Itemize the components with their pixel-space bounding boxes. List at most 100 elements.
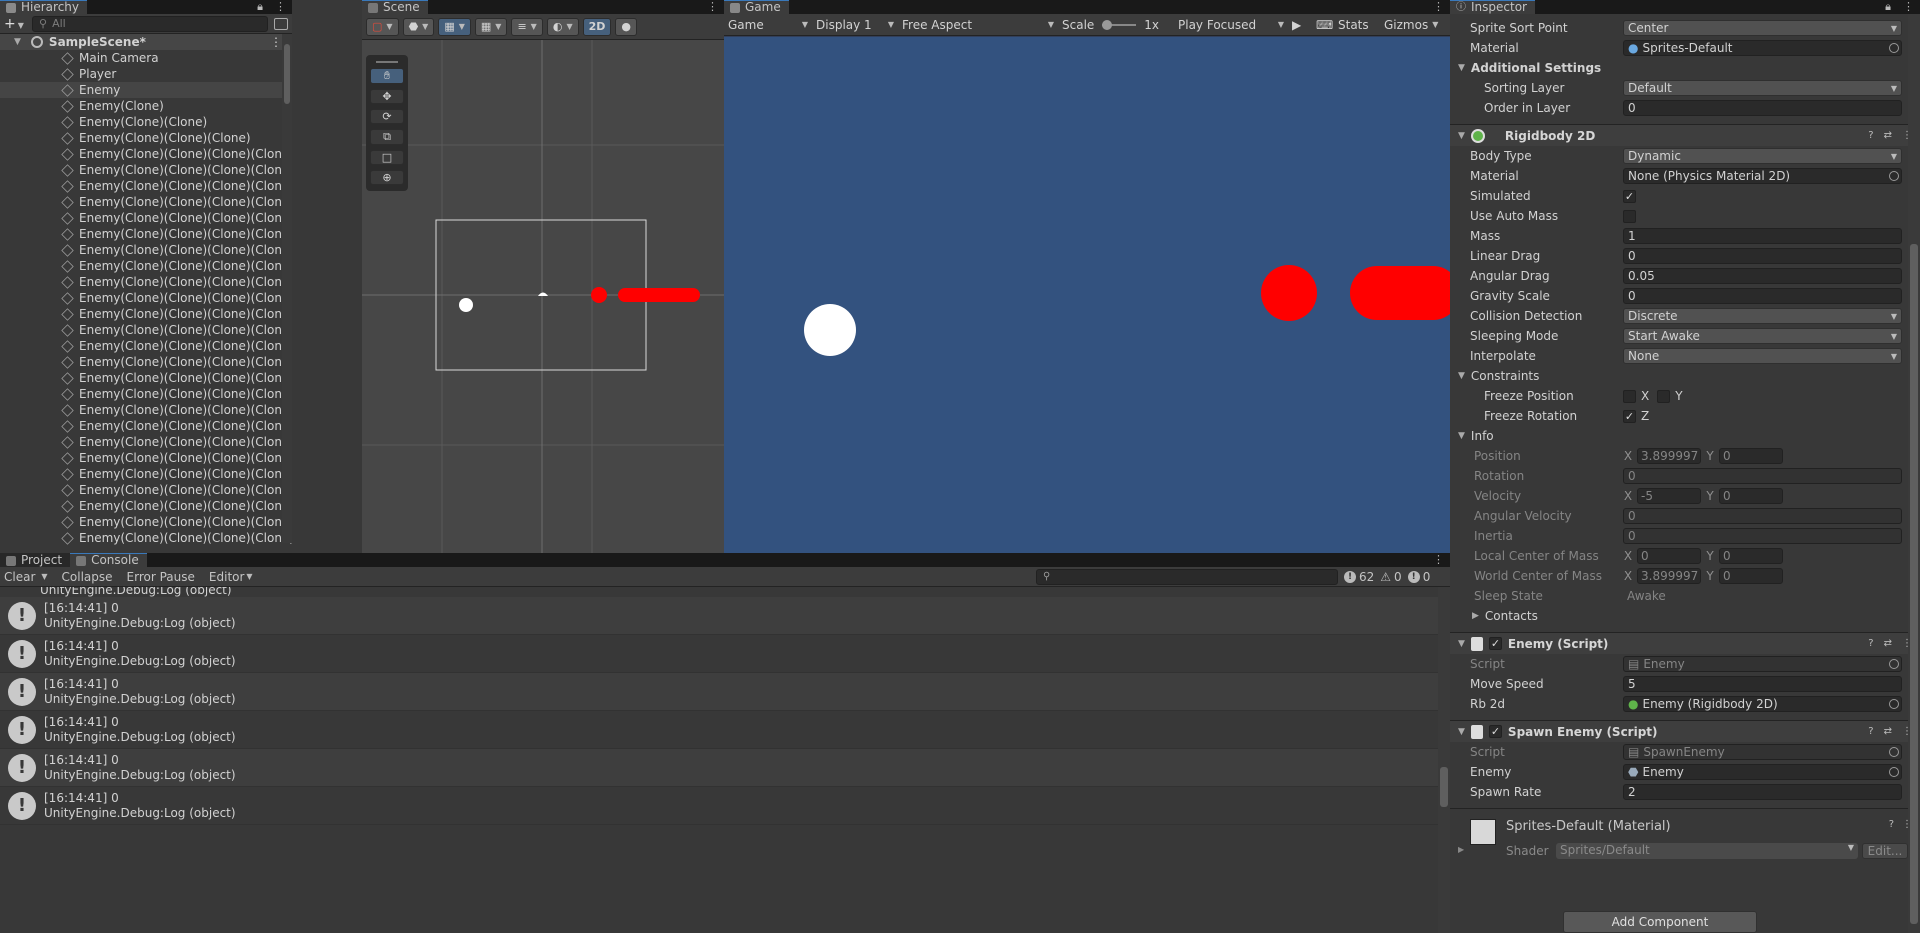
scene-visibility-icon[interactable]: [274, 17, 288, 30]
scene-root-row[interactable]: ▼ SampleScene* ⋮: [0, 34, 292, 50]
play-mode-dropdown[interactable]: Play Focused ▼: [1174, 16, 1288, 34]
lock-icon[interactable]: 🔒︎: [1885, 0, 1891, 13]
hierarchy-item[interactable]: Enemy(Clone)(Clone)(Clone)(Clone)(Clone)…: [0, 290, 292, 306]
foldout-arrow-icon[interactable]: ▼: [1458, 131, 1465, 141]
help-icon[interactable]: ?: [1868, 130, 1873, 141]
log-entry[interactable]: ! [16:14:41] 0 UnityEngine.Debug:Log (obje…: [0, 673, 1450, 711]
hand-tool-icon[interactable]: ✋︎: [370, 67, 404, 84]
spawn-script-header[interactable]: ▼ Spawn Enemy (Script) ?⇄⋮: [1450, 720, 1920, 742]
object-picker-icon[interactable]: [1889, 699, 1899, 709]
more-icon[interactable]: ⋮: [1903, 0, 1914, 13]
game-view-dropdown[interactable]: Game ▼: [724, 16, 812, 34]
log-entry[interactable]: ! [16:14:41] 0 UnityEngine.Debug:Log (obje…: [0, 597, 1450, 635]
tab-console[interactable]: Console: [70, 553, 147, 567]
tab-hierarchy[interactable]: Hierarchy: [0, 0, 88, 14]
use-auto-mass-checkbox[interactable]: [1623, 209, 1636, 223]
order-in-layer-input[interactable]: 0: [1623, 100, 1902, 116]
object-picker-icon[interactable]: [1889, 171, 1899, 181]
log-entry[interactable]: ! [16:14:41] 0 UnityEngine.Debug:Log (obje…: [0, 749, 1450, 787]
console-search-input[interactable]: ⚲: [1036, 568, 1338, 585]
collapse-button[interactable]: Collapse: [62, 570, 113, 584]
lighting-toggle-button[interactable]: ●: [615, 17, 637, 36]
hierarchy-item[interactable]: Enemy(Clone)(Clone)(Clone)(Clone)(Clone)…: [0, 242, 292, 258]
snap-increment-button[interactable]: ▦ ▼: [474, 17, 508, 36]
enemy-script-header[interactable]: ▼ Enemy (Script) ?⇄⋮: [1450, 632, 1920, 654]
scene-viewport[interactable]: [362, 40, 724, 553]
presets-icon[interactable]: ⇄: [1884, 638, 1892, 649]
editor-dropdown[interactable]: Editor ▼: [209, 570, 253, 584]
transform-tool-icon[interactable]: ⊕: [370, 169, 404, 185]
info-foldout[interactable]: ▼ Info: [1450, 426, 1920, 446]
hierarchy-item[interactable]: Enemy(Clone)(Clone)(Clone)(Clone)(Clone)…: [0, 434, 292, 450]
hierarchy-item[interactable]: Enemy(Clone)(Clone)(Clone)(Clone)(Clone)…: [0, 322, 292, 338]
hierarchy-item[interactable]: Main Camera: [0, 50, 292, 66]
freeze-position-x-checkbox[interactable]: [1623, 389, 1636, 403]
simulated-checkbox[interactable]: [1623, 189, 1636, 203]
collision-detection-dropdown[interactable]: Discrete ▼: [1623, 308, 1902, 324]
hierarchy-item[interactable]: Enemy(Clone)(Clone)(Clone)(Clone)(Clone)…: [0, 258, 292, 274]
more-icon[interactable]: ⋮: [275, 0, 286, 13]
rotate-tool-icon[interactable]: ⟳: [370, 108, 404, 124]
hierarchy-item[interactable]: Enemy(Clone)(Clone)(Clone)(Clone)(Clone)…: [0, 530, 292, 546]
shader-dropdown[interactable]: Sprites/Default ▼: [1556, 843, 1858, 859]
toggle-2d-button[interactable]: 2D: [582, 17, 612, 36]
add-component-button[interactable]: Add Component: [1563, 911, 1757, 933]
hierarchy-item[interactable]: Enemy(Clone)(Clone)(Clone)(Clone)(Clone)…: [0, 338, 292, 354]
hierarchy-item[interactable]: Enemy(Clone)(Clone)(Clone): [0, 130, 292, 146]
tab-game[interactable]: Game: [724, 0, 789, 14]
presets-icon[interactable]: ⇄: [1884, 726, 1892, 737]
hierarchy-item[interactable]: Enemy(Clone)(Clone)(Clone)(Clone)(Clone)…: [0, 178, 292, 194]
angular-drag-input[interactable]: 0.05: [1623, 268, 1902, 284]
hierarchy-item[interactable]: Enemy(Clone)(Clone)(Clone)(Clone)(Clone)…: [0, 306, 292, 322]
hierarchy-item[interactable]: Enemy(Clone)(Clone)(Clone)(Clone)(Clone)…: [0, 194, 292, 210]
hierarchy-item[interactable]: Enemy(Clone)(Clone)(Clone)(Clone)(Clone)…: [0, 498, 292, 514]
enemy-script-enabled-checkbox[interactable]: [1488, 637, 1502, 650]
contacts-foldout[interactable]: ▶ Contacts: [1450, 606, 1920, 626]
scale-tool-icon[interactable]: ⧉: [370, 128, 404, 145]
edit-shader-button[interactable]: Edit...: [1862, 843, 1908, 859]
hierarchy-item[interactable]: Enemy(Clone): [0, 98, 292, 114]
hierarchy-item[interactable]: Enemy(Clone)(Clone)(Clone)(Clone)(Clone)…: [0, 274, 292, 290]
gizmos-dropdown[interactable]: Gizmos ▼: [1380, 16, 1440, 34]
stats-button[interactable]: Stats: [1334, 16, 1380, 34]
warning-count-toggle[interactable]: ⚠ 0: [1380, 570, 1401, 584]
hierarchy-item[interactable]: Enemy(Clone)(Clone)(Clone)(Clone)(Clone)…: [0, 418, 292, 434]
add-object-button[interactable]: + ▼: [4, 16, 26, 32]
spawn-rate-input[interactable]: 2: [1623, 784, 1902, 800]
interpolate-dropdown[interactable]: None ▼: [1623, 348, 1902, 364]
hierarchy-item[interactable]: Enemy(Clone)(Clone)(Clone)(Clone)(Clone)…: [0, 514, 292, 530]
hierarchy-item[interactable]: Enemy(Clone)(Clone)(Clone)(Clone)(Clone)…: [0, 354, 292, 370]
draw-mode-button[interactable]: ▢ ▼: [366, 17, 399, 36]
additional-settings-foldout[interactable]: ▼ Additional Settings: [1450, 58, 1920, 78]
overlay-drag-handle[interactable]: [376, 61, 398, 63]
hierarchy-item[interactable]: Enemy(Clone)(Clone)(Clone)(Clone)(Clone)…: [0, 386, 292, 402]
material-field[interactable]: ● Sprites-Default: [1623, 40, 1902, 56]
lock-icon[interactable]: 🔒︎: [257, 0, 263, 13]
hierarchy-scroll-thumb[interactable]: [284, 44, 290, 104]
freeze-position-y-checkbox[interactable]: [1657, 389, 1671, 403]
log-count-toggle[interactable]: ! 62: [1344, 570, 1374, 584]
foldout-arrow-icon[interactable]: ▼: [1458, 727, 1465, 737]
console-scrollbar[interactable]: [1438, 587, 1450, 933]
game-viewport[interactable]: [724, 37, 1450, 553]
hierarchy-item[interactable]: Enemy(Clone)(Clone)(Clone)(Clone)(Clone)…: [0, 210, 292, 226]
mute-audio-icon[interactable]: ▶: [1288, 16, 1312, 34]
more-icon[interactable]: ⋮: [707, 0, 718, 13]
scene-enemy-clones[interactable]: [618, 288, 700, 302]
hierarchy-item[interactable]: Enemy(Clone)(Clone)(Clone)(Clone)(Clone)…: [0, 466, 292, 482]
help-icon[interactable]: ?: [1868, 638, 1873, 649]
render-settings-button[interactable]: ◐ ▼: [546, 17, 579, 36]
more-icon[interactable]: ⋮: [1433, 553, 1444, 566]
tab-scene[interactable]: Scene: [362, 0, 428, 14]
hierarchy-item[interactable]: Enemy(Clone)(Clone)(Clone)(Clone)(Clone)…: [0, 402, 292, 418]
move-tool-icon[interactable]: ✥: [370, 88, 404, 104]
rb-material-field[interactable]: None (Physics Material 2D): [1623, 168, 1902, 184]
hierarchy-item[interactable]: Enemy(Clone)(Clone)(Clone)(Clone)(Clone)…: [0, 226, 292, 242]
scene-menu-icon[interactable]: ⋮: [270, 35, 282, 49]
grid-snap-button[interactable]: ▦ ▼: [438, 17, 471, 36]
more-icon[interactable]: ⋮: [1433, 0, 1444, 13]
display-dropdown[interactable]: Display 1 ▼: [812, 16, 898, 34]
sorting-layer-dropdown[interactable]: Default ▼: [1623, 80, 1902, 96]
scale-slider-thumb[interactable]: [1102, 19, 1113, 30]
freeze-rotation-z-checkbox[interactable]: [1623, 409, 1636, 423]
